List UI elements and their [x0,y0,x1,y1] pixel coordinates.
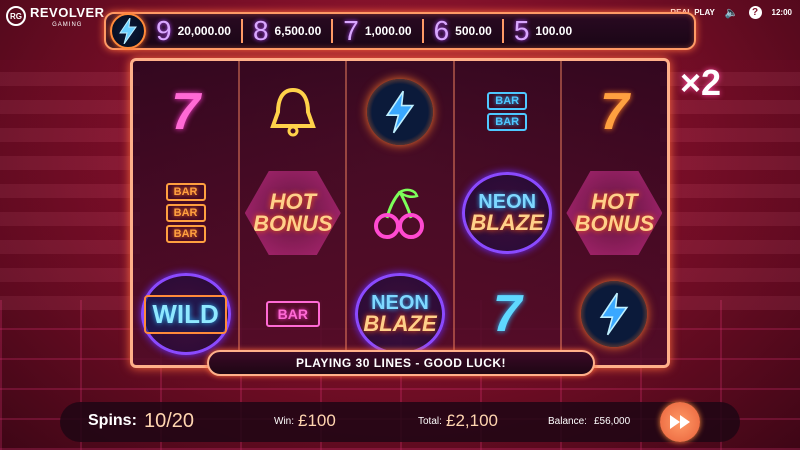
win-value: £100 [298,411,336,430]
total-value: £2,100 [446,411,498,430]
hot-bonus-symbol: HOT BONUS [566,170,663,255]
single-bar-symbol: BAR [265,301,320,328]
reel-2: HOT BONUS BAR [240,61,348,365]
clock-display: 12:00 [771,8,792,17]
seven-symbol: 7 [492,285,522,344]
reel-5: 7 HOT BONUS [562,61,667,365]
spins-label: Spins: [88,412,137,429]
wild-label: WILD [144,294,227,334]
symbol-cell: 7 [133,61,238,162]
reel-3: NEON BLAZE [347,61,455,365]
paytable-count: 7 [343,15,359,46]
balance-value: £56,000 [594,416,631,427]
paytable-value: 1,000.00 [364,24,412,38]
symbol-cell [240,61,345,162]
help-icon[interactable]: ? [748,6,762,19]
bar-label: BAR [165,224,206,243]
paytable-count: 6 [433,15,450,46]
reel-1: 7 BAR BAR BAR WILD [133,61,241,365]
bar-label: BAR [165,203,206,222]
cherry-icon [374,188,424,239]
win-label: Win: [274,416,294,427]
spins-value: 10/20 [144,410,195,432]
reel-4: BAR BAR NEON BLAZE 7 [455,61,562,365]
symbol-cell: HOT BONUS [562,162,667,263]
lightning-bolt-icon [385,90,415,133]
hot-bonus-symbol: HOT BONUS [244,170,341,255]
paytable-entry: 7 1,000.00 [333,15,424,46]
paytable-count: 5 [513,15,530,46]
logo-mark: RG [6,6,26,26]
symbol-cell: HOT BONUS [240,162,345,263]
symbol-cell [347,61,452,162]
bonus-label: BONUS [253,210,333,236]
bar-label: BAR [487,113,528,132]
paytable-entry: 8 6,500.00 [243,15,334,46]
balance-label: Balance: [548,416,587,427]
symbol-cell [347,162,452,263]
logo-subtitle: GAMING [52,22,83,28]
reel-grid: 7 BAR BAR BAR WILD HOT BONUS BAR NEON BL… [130,58,670,368]
paytable-count: 8 [252,15,269,46]
speaker-icon[interactable]: 🔈 [725,6,739,19]
background-wall-left [0,60,140,310]
fast-forward-button[interactable] [660,402,700,442]
revolver-gaming-logo: RG REVOLVER GAMING [6,4,105,28]
neon-label: NEON [478,190,537,213]
paytable-entry: 9 20,000.00 [146,15,243,46]
fast-forward-icon [670,415,690,429]
double-bar-symbol: BAR BAR [487,92,528,132]
hot-label: HOT [591,188,638,214]
symbol-cell: 7 [562,61,667,162]
lightning-bolt-symbol [581,281,648,348]
paytable-entry: 6 500.00 [424,15,504,46]
paytable-entry: 5 100.00 [504,15,582,46]
symbol-cell: BAR BAR BAR [133,162,238,263]
bar-label: BAR [487,92,528,111]
paytable-count: 9 [156,15,172,46]
seven-symbol: 7 [599,82,629,141]
bell-icon [269,87,316,137]
total-label: Total: [418,416,442,427]
status-message-banner: PLAYING 30 LINES - GOOD LUCK! [207,350,595,376]
blaze-label: BLAZE [363,311,437,337]
bottom-info-bar: Spins: 10/20 Win: £100 Total: £2,100 Bal… [60,402,740,442]
bar-label: BAR [165,182,206,201]
bonus-label: BONUS [574,210,655,236]
blaze-label: BLAZE [470,209,544,235]
symbol-cell: BAR BAR [455,61,560,162]
lightning-bolt-icon [110,13,146,49]
paytable-value: 6,500.00 [274,24,322,38]
symbol-cell: NEON BLAZE [455,162,560,263]
wild-symbol: WILD [140,273,231,356]
paytable-value: 500.00 [455,24,492,38]
lightning-bolt-symbol [367,78,433,145]
paytable-value: 100.00 [535,24,573,38]
paytable-bar: 9 20,000.00 8 6,500.00 7 1,000.00 6 500.… [104,12,696,50]
hot-label: HOT [269,188,317,214]
neon-blaze-symbol: NEON BLAZE [462,171,553,254]
win-multiplier: ×2 [680,62,722,103]
paytable-value: 20,000.00 [177,24,231,38]
triple-bar-symbol: BAR BAR BAR [165,182,206,243]
neon-blaze-symbol: NEON BLAZE [355,273,445,356]
logo-name: REVOLVER [30,5,105,20]
lightning-bolt-icon [600,293,629,336]
seven-symbol: 7 [171,82,201,141]
